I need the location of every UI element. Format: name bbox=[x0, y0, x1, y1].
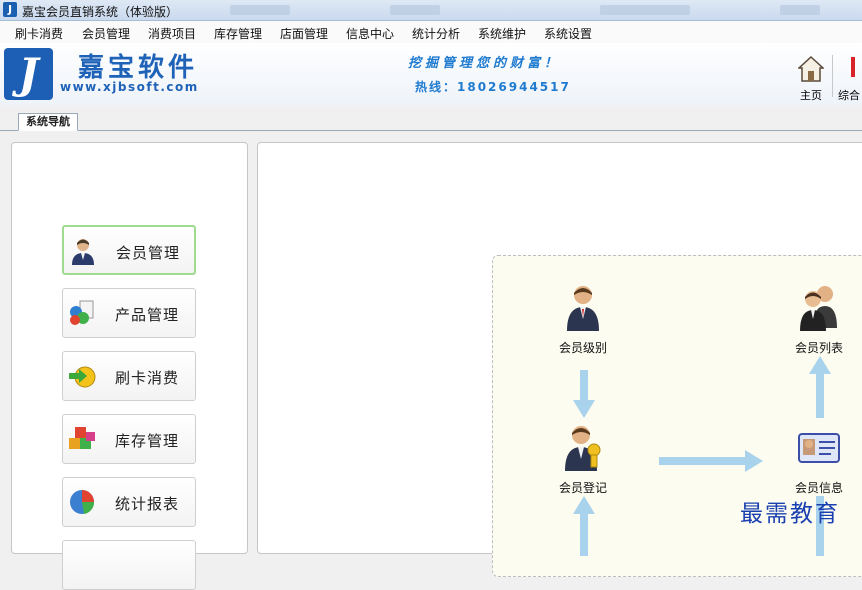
tab-strip: 系统导航 bbox=[0, 105, 862, 131]
nav-statistics-report[interactable]: 统计报表 bbox=[62, 477, 196, 527]
nav-inventory-management[interactable]: 库存管理 bbox=[62, 414, 196, 464]
menu-item-statistics[interactable]: 统计分析 bbox=[412, 25, 460, 42]
inventory-icon bbox=[69, 427, 95, 449]
background-window-ghost bbox=[780, 5, 820, 15]
member-level-icon bbox=[567, 286, 599, 331]
flow-node-member-list[interactable]: 会员列表 bbox=[779, 282, 859, 356]
flow-node-member-register[interactable]: 会员登记 bbox=[543, 422, 623, 496]
home-icon bbox=[798, 55, 824, 82]
nav-product-management[interactable]: 产品管理 bbox=[62, 288, 196, 338]
member-icon bbox=[72, 239, 94, 265]
flow-node-label: 会员列表 bbox=[794, 341, 843, 355]
hotline: 热线：18026944517 bbox=[415, 80, 571, 94]
background-window-ghost bbox=[600, 5, 690, 15]
flow-node-member-level[interactable]: 会员级别 bbox=[543, 282, 623, 356]
nav-label: 统计报表 bbox=[115, 495, 180, 513]
nav-more-item[interactable] bbox=[62, 540, 196, 590]
background-window-ghost bbox=[230, 5, 290, 15]
menu-item-inventory[interactable]: 库存管理 bbox=[214, 25, 262, 42]
arrow-up-icon bbox=[809, 356, 831, 418]
background-window-ghost bbox=[390, 5, 440, 15]
menu-item-card-consume[interactable]: 刷卡消费 bbox=[15, 25, 63, 42]
window-title: 嘉宝会员直销系统（体验版） bbox=[22, 5, 179, 19]
nav-label: 刷卡消费 bbox=[115, 369, 180, 387]
arrow-up-icon bbox=[573, 496, 595, 556]
menu-item-store[interactable]: 店面管理 bbox=[280, 25, 328, 42]
home-label: 主页 bbox=[800, 89, 822, 102]
overview-label: 综合 bbox=[838, 89, 860, 102]
content-panel: 会员级别 会员列表 会员登记 会员信息 bbox=[257, 142, 862, 577]
member-list-icon bbox=[800, 286, 837, 331]
nav-member-management[interactable]: 会员管理 bbox=[62, 225, 196, 275]
tab-system-navigation[interactable]: 系统导航 bbox=[18, 113, 78, 131]
menu-item-settings[interactable]: 系统设置 bbox=[544, 25, 592, 42]
toolbar-separator bbox=[832, 55, 833, 97]
menu-item-consume-items[interactable]: 消费项目 bbox=[148, 25, 196, 42]
nav-label: 会员管理 bbox=[116, 244, 181, 262]
overview-button[interactable]: 综合 bbox=[838, 53, 862, 102]
nav-panel: 会员管理 产品管理 刷卡消费 库存管理 统计报表 bbox=[11, 142, 248, 590]
member-register-icon bbox=[565, 426, 601, 471]
watermark: 最需教育 bbox=[740, 501, 840, 527]
product-icon bbox=[70, 300, 94, 325]
home-button[interactable]: 主页 bbox=[794, 53, 828, 102]
member-info-icon bbox=[798, 433, 840, 463]
brand-name: 嘉宝软件 bbox=[78, 53, 199, 83]
menu-item-maintenance[interactable]: 系统维护 bbox=[478, 25, 526, 42]
logo: J bbox=[4, 48, 53, 100]
title-bar: J 嘉宝会员直销系统（体验版） bbox=[0, 0, 862, 21]
slogan: 挖掘管理您的财富！ bbox=[408, 56, 562, 71]
nav-label: 库存管理 bbox=[115, 432, 180, 450]
nav-card-swipe[interactable]: 刷卡消费 bbox=[62, 351, 196, 401]
arrow-right-icon bbox=[659, 450, 763, 472]
overview-icon bbox=[851, 57, 855, 77]
nav-label: 产品管理 bbox=[115, 306, 180, 324]
card-swipe-icon bbox=[69, 366, 96, 388]
flow-node-label: 会员级别 bbox=[558, 341, 607, 355]
menu-item-info-center[interactable]: 信息中心 bbox=[346, 25, 394, 42]
member-flow-diagram: 会员级别 会员列表 会员登记 会员信息 bbox=[492, 255, 862, 577]
flow-node-label: 会员登记 bbox=[558, 481, 607, 495]
menu-item-member-management[interactable]: 会员管理 bbox=[82, 25, 130, 42]
banner: J 嘉宝软件 www.xjbsoft.com 挖掘管理您的财富！ 热线：1802… bbox=[0, 43, 862, 105]
app-icon: J bbox=[3, 2, 17, 17]
statistics-icon bbox=[70, 490, 95, 514]
flow-node-member-info[interactable]: 会员信息 bbox=[779, 422, 859, 496]
brand-url: www.xjbsoft.com bbox=[60, 80, 199, 94]
menu-bar: 刷卡消费 会员管理 消费项目 库存管理 店面管理 信息中心 统计分析 系统维护 … bbox=[0, 21, 862, 44]
arrow-down-icon bbox=[573, 370, 595, 418]
